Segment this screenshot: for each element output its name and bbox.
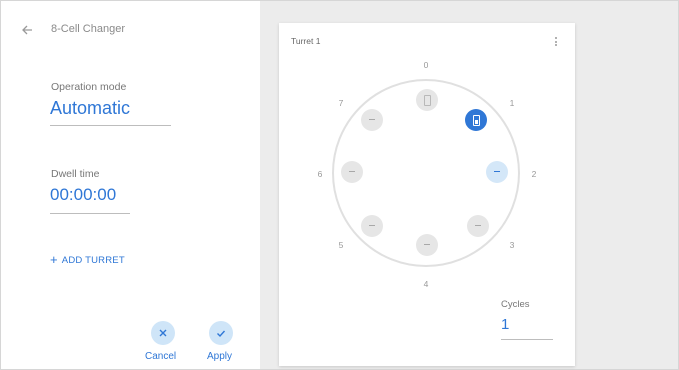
close-icon <box>159 329 167 337</box>
turret-cell-0[interactable] <box>416 89 438 111</box>
cuvette-icon <box>473 115 480 126</box>
empty-slot-icon <box>494 171 500 173</box>
apply-button[interactable] <box>209 321 233 345</box>
cycles-label: Cycles <box>501 299 530 310</box>
turret-cell-2[interactable] <box>486 161 508 183</box>
plus-icon: + <box>50 252 58 267</box>
cancel-label[interactable]: Cancel <box>145 351 176 362</box>
cuvette-icon <box>424 95 431 106</box>
position-number-0: 0 <box>423 60 429 70</box>
cycles-underline <box>501 339 553 340</box>
turret-title: Turret 1 <box>291 36 321 46</box>
add-turret-label: ADD TURRET <box>61 255 125 266</box>
operation-mode-select[interactable]: Automatic <box>50 98 130 119</box>
dwell-time-underline <box>50 213 130 214</box>
add-turret-button[interactable]: + ADD TURRET <box>50 252 125 267</box>
cancel-button[interactable] <box>151 321 175 345</box>
empty-slot-icon <box>349 171 355 173</box>
check-icon <box>217 330 226 338</box>
position-number-4: 4 <box>423 279 429 289</box>
turret-cell-6[interactable] <box>341 161 363 183</box>
dwell-time-label: Dwell time <box>51 168 100 180</box>
more-vert-icon[interactable] <box>554 36 558 50</box>
operation-mode-underline <box>50 125 171 126</box>
empty-slot-icon <box>369 225 375 227</box>
empty-slot-icon <box>424 244 430 246</box>
apply-label[interactable]: Apply <box>207 351 232 362</box>
turret-cell-3[interactable] <box>467 215 489 237</box>
position-number-3: 3 <box>509 240 515 250</box>
turret-cell-1[interactable] <box>465 109 487 131</box>
operation-mode-label: Operation mode <box>51 81 127 93</box>
dwell-time-input[interactable]: 00:00:00 <box>50 185 116 205</box>
turret-card: Turret 1 0 1 2 3 4 5 6 7 Cycles 1 <box>279 23 575 366</box>
empty-slot-icon <box>369 119 375 121</box>
position-number-7: 7 <box>338 98 344 108</box>
position-number-5: 5 <box>338 240 344 250</box>
page-title: 8-Cell Changer <box>51 23 125 35</box>
turret-cell-4[interactable] <box>416 234 438 256</box>
position-number-6: 6 <box>317 169 323 179</box>
empty-slot-icon <box>475 225 481 227</box>
cycles-input[interactable]: 1 <box>501 316 509 333</box>
position-number-2: 2 <box>531 169 537 179</box>
app-window: 8-Cell Changer Operation mode Automatic … <box>0 0 679 370</box>
arrow-left-icon[interactable] <box>21 24 33 36</box>
turret-cell-5[interactable] <box>361 215 383 237</box>
turret-cell-7[interactable] <box>361 109 383 131</box>
position-number-1: 1 <box>509 98 515 108</box>
settings-panel: 8-Cell Changer Operation mode Automatic … <box>1 1 260 369</box>
